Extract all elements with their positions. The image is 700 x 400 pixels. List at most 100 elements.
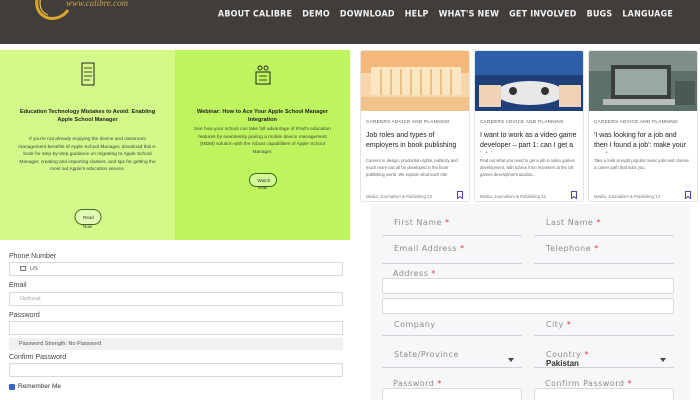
article-card[interactable]: Careers advice and planning I want to wo…	[474, 50, 584, 202]
password-label-right: Password *	[393, 379, 442, 388]
required-mark: *	[584, 350, 589, 359]
telephone-label: Telephone *	[546, 244, 599, 253]
first-name-field[interactable]: First Name *	[382, 216, 522, 236]
password-label: Password	[9, 312, 40, 319]
required-mark: *	[594, 244, 599, 253]
city-field[interactable]: City *	[534, 316, 674, 336]
nav-demo[interactable]: Demo	[302, 8, 330, 18]
remember-me-checkbox[interactable]	[9, 383, 15, 390]
bookmark-icon[interactable]	[571, 191, 577, 199]
nav-about-calibre[interactable]: About Calibre	[218, 8, 292, 18]
article-meta: Media, Journalism & Publishing 13	[594, 194, 660, 199]
bookmark-icon[interactable]	[457, 191, 463, 199]
article-card[interactable]: Careers advice and planning Job roles an…	[360, 50, 470, 202]
article-description: Find out what you need to get a job in v…	[480, 158, 575, 177]
logo-text: www.calibre.com	[66, 0, 128, 8]
read-now-button[interactable]: Read Now	[74, 209, 101, 229]
required-mark: *	[431, 269, 436, 278]
state-province-label: State/Province	[394, 350, 459, 359]
laptop-photo	[589, 51, 697, 111]
nav-download[interactable]: Download	[340, 8, 395, 18]
article-title[interactable]: I want to work as a video game developer…	[480, 131, 578, 153]
promo-body: If you're not already enjoying the devic…	[18, 137, 157, 173]
main-menu: About Calibre Demo Download Help What's …	[218, 0, 673, 26]
confirm-password-field[interactable]	[9, 363, 343, 377]
article-meta: Media, Journalism & Publishing 13	[366, 194, 432, 199]
confirm-password-label-right: Confirm Password *	[545, 379, 632, 388]
phone-number-label: Phone Number	[9, 253, 57, 260]
promo-title: Education Technology Mistakes to Avoid: …	[19, 109, 156, 123]
password-strength-indicator: Password Strength: No Password	[9, 338, 343, 350]
top-navigation-bar: www.calibre.com About Calibre Demo Downl…	[0, 0, 700, 44]
country-selected-value: Pakistan	[546, 359, 579, 368]
book-icon	[81, 62, 94, 86]
last-name-field[interactable]: Last Name *	[534, 216, 674, 236]
country-label-text: Country	[546, 350, 582, 359]
email-label: Email	[9, 282, 27, 289]
article-description: Take a look at eight popular music jobs …	[594, 158, 689, 170]
watch-now-button[interactable]: Watch Now	[248, 173, 277, 190]
page: www.calibre.com About Calibre Demo Downl…	[0, 0, 700, 400]
nav-get-involved[interactable]: Get Involved	[509, 8, 577, 18]
remember-me-label: Remember Me	[18, 383, 61, 390]
confirm-password-label-text: Confirm Password	[545, 379, 625, 388]
first-name-label-text: First Name	[394, 218, 442, 227]
presentation-icon	[255, 65, 270, 85]
nav-help[interactable]: Help	[405, 8, 429, 18]
address-field[interactable]: Address *	[382, 269, 674, 294]
city-label: City *	[546, 320, 571, 329]
email-field[interactable]: Optional	[9, 292, 343, 306]
article-category: Careers advice and planning	[594, 119, 678, 124]
registration-form: First Name * Last Name * Email Address *…	[370, 204, 690, 400]
article-title[interactable]: 'I was looking for a job and then I foun…	[594, 131, 692, 153]
country-code-value: US	[30, 266, 38, 272]
promo-title: Webinar: How to Ace Your Apple School Ma…	[196, 109, 329, 123]
required-mark: *	[566, 320, 572, 329]
company-label: Company	[394, 320, 436, 329]
promo-card-ebook: Education Technology Mistakes to Avoid: …	[0, 50, 175, 240]
article-category: Careers advice and planning	[366, 119, 450, 124]
required-mark: *	[627, 379, 632, 388]
chevron-down-icon	[508, 358, 514, 362]
country-select[interactable]: Country * Pakistan	[534, 350, 674, 368]
flag-icon[interactable]	[20, 266, 26, 272]
required-mark: *	[596, 218, 601, 227]
last-name-label-text: Last Name	[546, 218, 594, 227]
article-card[interactable]: Careers advice and planning 'I was looki…	[588, 50, 698, 202]
required-mark: *	[445, 218, 450, 227]
chevron-down-icon	[660, 358, 666, 362]
password-label-text: Password	[393, 379, 435, 388]
first-name-label: First Name *	[394, 218, 450, 227]
address-label: Address *	[393, 269, 436, 278]
phone-number-field[interactable]: US	[9, 262, 343, 276]
confirm-password-input[interactable]: Confirm Password *	[534, 379, 674, 400]
telephone-label-text: Telephone	[546, 244, 592, 253]
nav-whats-new[interactable]: What's New	[439, 8, 500, 18]
remember-me[interactable]: Remember Me	[9, 383, 61, 390]
address-label-text: Address	[393, 269, 429, 278]
article-title[interactable]: Job roles and types of employers in book…	[366, 131, 464, 153]
city-label-text: City	[546, 320, 564, 329]
promo-body: See how your school can take full advant…	[194, 127, 331, 155]
email-address-label-text: Email Address	[394, 244, 458, 253]
article-meta: Media, Journalism & Publishing 13	[480, 194, 546, 199]
password-field[interactable]	[9, 321, 343, 335]
confirm-password-label: Confirm Password	[9, 354, 67, 361]
state-province-select[interactable]: State/Province	[382, 350, 522, 368]
article-category: Careers advice and planning	[480, 119, 564, 124]
bookmark-icon[interactable]	[685, 191, 691, 199]
telephone-field[interactable]: Telephone *	[534, 244, 674, 264]
email-address-label: Email Address *	[394, 244, 465, 253]
company-field[interactable]: Company	[382, 316, 522, 336]
gamepad-photo	[475, 51, 583, 111]
country-label: Country *	[546, 350, 589, 359]
nav-language[interactable]: Language	[622, 8, 673, 18]
address-line-2-field[interactable]	[382, 298, 674, 314]
promo-cards: Education Technology Mistakes to Avoid: …	[0, 50, 350, 240]
password-input[interactable]: Password *	[382, 379, 522, 400]
nav-bugs[interactable]: Bugs	[587, 8, 613, 18]
article-description: Careers in design, production rights, pu…	[366, 158, 458, 177]
email-address-field[interactable]: Email Address *	[382, 244, 522, 264]
required-mark: *	[437, 379, 442, 388]
books-photo	[361, 51, 469, 111]
